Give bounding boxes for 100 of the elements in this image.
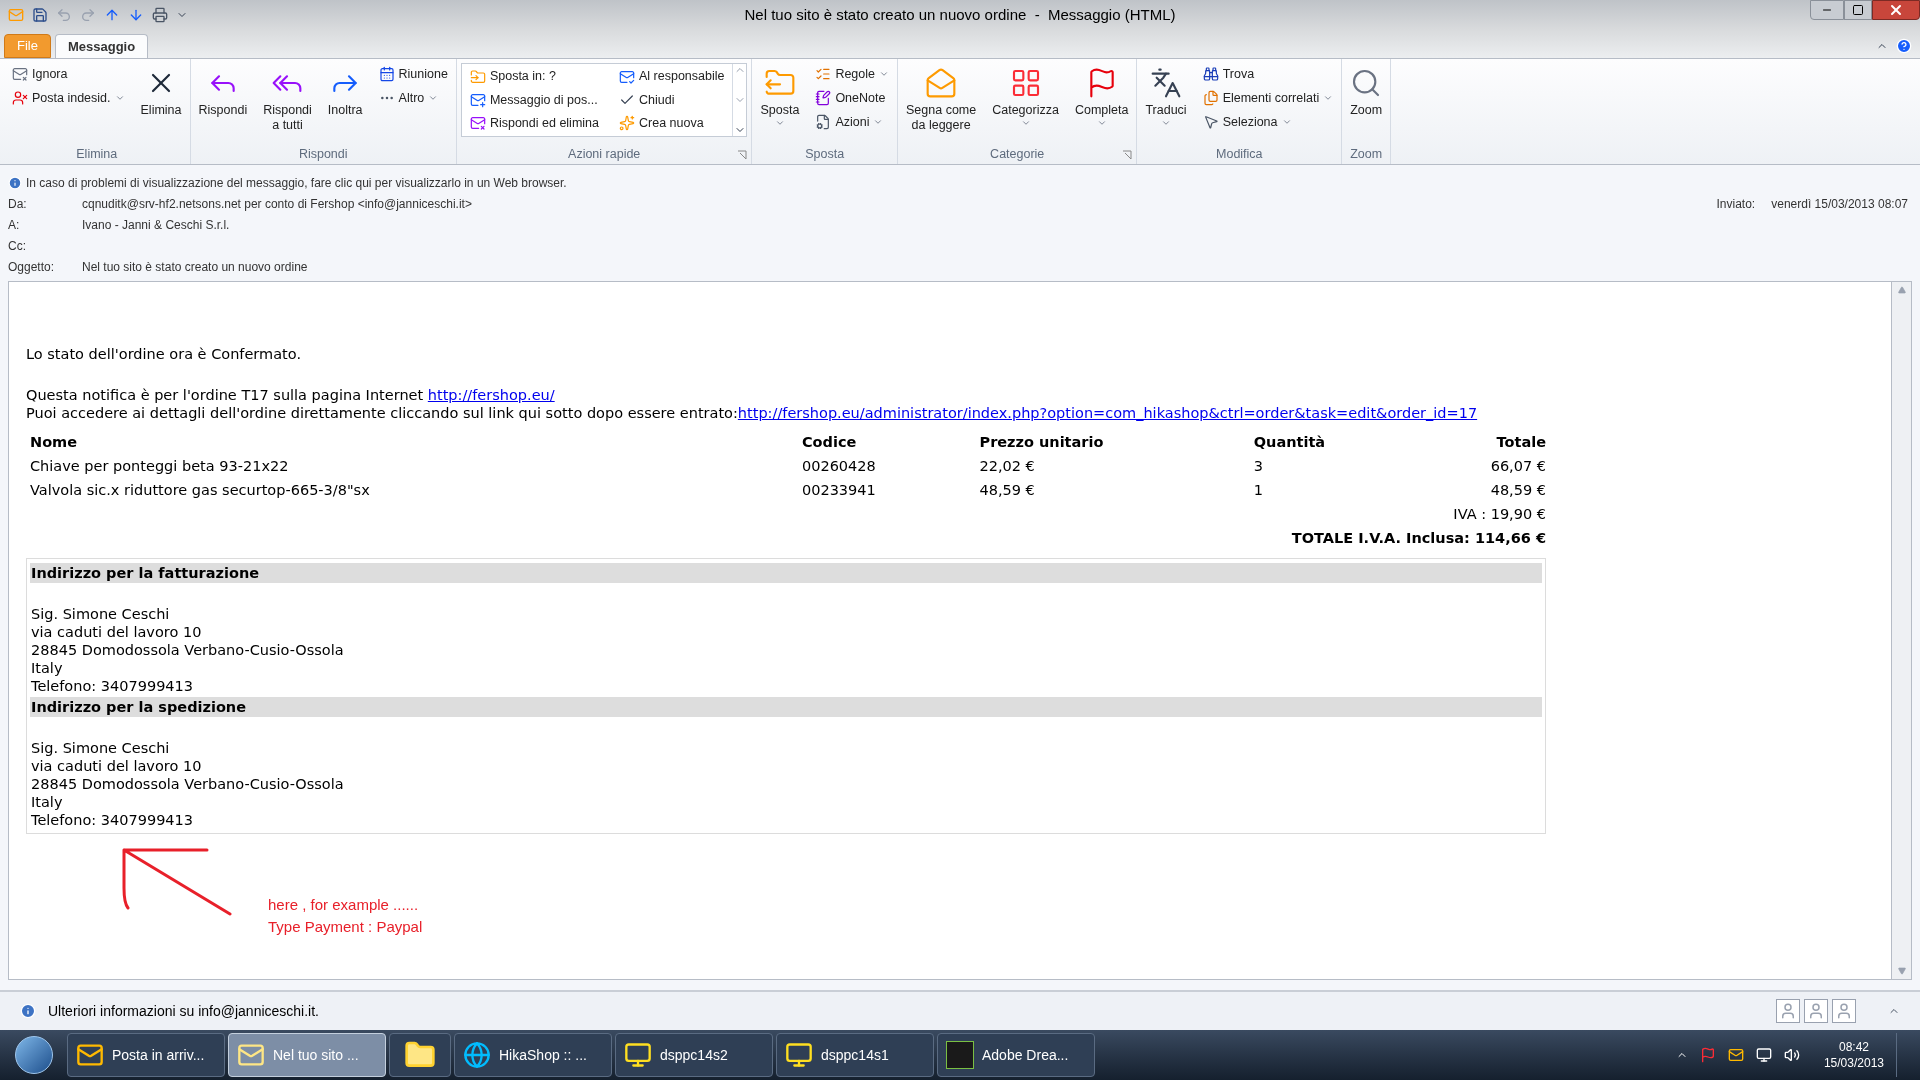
group-label: Rispondi [298, 145, 348, 163]
ribbon-button[interactable]: Traduci [1141, 63, 1191, 133]
column-header: Quantità [1253, 434, 1326, 450]
launcher-icon[interactable] [737, 150, 748, 160]
info-icon [8, 176, 22, 190]
annotation-text: Type Payment : Paypal [268, 916, 423, 937]
printer-icon[interactable] [152, 7, 168, 23]
taskbar-button[interactable] [389, 1033, 451, 1077]
help-icon[interactable] [1896, 38, 1912, 54]
table-cell: Chiave per ponteggi beta 93-21x22 [30, 458, 289, 474]
taskbar-button[interactable]: Posta in arriv... [67, 1033, 225, 1077]
scroll-down-icon[interactable] [1897, 967, 1906, 975]
ribbon-button[interactable]: Inoltra [323, 63, 367, 133]
mail-icon [619, 68, 635, 85]
address-line: Italy [31, 658, 64, 677]
ribbon-button[interactable]: Crea nuova [615, 112, 729, 134]
taskbar-button[interactable]: dsppc14s1 [776, 1033, 934, 1077]
person-icon[interactable] [1776, 999, 1800, 1023]
app-icon [946, 1041, 974, 1069]
ignore-icon [12, 66, 28, 82]
address-line: 28845 Domodossola Verbano-Cusio-Ossola [31, 640, 345, 659]
undo-icon[interactable] [56, 7, 72, 23]
address-line: Sig. Simone Ceschi [31, 604, 171, 623]
document-icon [815, 114, 832, 130]
info-icon [20, 1003, 36, 1019]
table-cell: 1 [1253, 482, 1263, 498]
ribbon-button[interactable]: Completa [1070, 63, 1133, 133]
section-heading: Indirizzo per la spedizione [30, 696, 1542, 717]
ribbon-button[interactable]: Rispondi [194, 63, 252, 133]
body-text: Lo stato dell'ordine ora è Confermato. [26, 345, 302, 364]
folder-icon [469, 68, 486, 85]
mail-icon [8, 7, 24, 23]
binoculars-icon [1202, 66, 1219, 82]
person-icon[interactable] [1832, 999, 1856, 1023]
close-icon [1888, 2, 1904, 18]
taskbar-button[interactable]: dsppc14s2 [615, 1033, 773, 1077]
link[interactable]: http://fershop.eu/administrator/index.php?option=com_hikashop&ctrl=order&task=edit&order_id=17 [737, 404, 1478, 421]
ribbon-button[interactable]: OneNote [811, 87, 893, 109]
launcher-icon[interactable] [1122, 150, 1133, 160]
group-label: Zoom [1350, 145, 1383, 163]
calendar-icon [378, 66, 395, 82]
ribbon-button[interactable]: Altro [374, 87, 452, 109]
ribbon-button[interactable]: Rispondi a tutti [259, 63, 316, 133]
ribbon-button[interactable]: Riunione [374, 63, 452, 85]
table-cell: Valvola sic.x riduttore gas securtop-665-3/8"sx [30, 482, 370, 498]
address-line: 28845 Domodossola Verbano-Cusio-Ossola [31, 774, 345, 793]
order-total: TOTALE I.V.A. Inclusa: 114,66 € [1291, 529, 1546, 548]
info-bar-message[interactable]: In caso di problemi di visualizzazione del messaggio, fare clic qui per visualizzarlo in un Web browser. [26, 174, 567, 192]
scrollbar[interactable] [1892, 281, 1912, 980]
annotation-text: here , for example ...... [268, 894, 420, 915]
link[interactable]: http://fershop.eu/ [427, 386, 555, 403]
network-icon[interactable] [1755, 1047, 1772, 1063]
ribbon-button[interactable]: Sposta in: ? [465, 66, 603, 88]
address-line: Telefono: 3407999413 [31, 810, 195, 829]
ribbon-button[interactable]: Al responsabile [615, 66, 729, 88]
header-value: venerdì 15/03/2013 08:07 [1771, 195, 1908, 213]
person-icon[interactable] [1804, 999, 1828, 1023]
maximize-icon [1852, 4, 1864, 16]
close-button[interactable] [1872, 0, 1920, 20]
header-value: Ivano - Janni & Ceschi S.r.l. [82, 216, 230, 234]
ribbon-button[interactable]: Categorizza [988, 63, 1063, 133]
group-label: Categorie [990, 145, 1045, 163]
window-title: Nel tuo sito è stato creato un nuovo ordine - Messaggio (HTML) [744, 4, 1176, 25]
clock-time: 08:42 [1838, 1039, 1869, 1055]
save-icon[interactable] [32, 7, 48, 23]
ribbon-button[interactable]: Ignora [8, 63, 129, 85]
header-label: Da: [8, 195, 28, 213]
group-label: Elimina [76, 145, 118, 163]
ribbon-button[interactable]: Elimina [136, 63, 186, 133]
ribbon-button[interactable]: Rispondi ed elimina [465, 112, 603, 134]
flag-icon[interactable] [1699, 1047, 1716, 1063]
header-value: cqnuditk@srv-hf2.netsons.net per conto di Fershop <info@janniceschi.it> [82, 195, 472, 213]
ribbon-button[interactable]: Posta indesid. [8, 87, 129, 109]
ribbon-button[interactable]: Segna come da leggere [902, 63, 981, 133]
ribbon-button[interactable]: Sposta [756, 63, 804, 133]
redo-icon[interactable] [80, 7, 96, 23]
ribbon-button[interactable]: Trova [1198, 63, 1338, 85]
taskbar-button[interactable]: Adobe Drea... [937, 1033, 1095, 1077]
section-heading: Indirizzo per la fatturazione [30, 562, 1542, 583]
taskbar-button[interactable]: HikaShop :: ... [454, 1033, 612, 1077]
ribbon-button[interactable]: Regole [811, 63, 893, 85]
tax-amount: IVA : 19,90 € [1453, 505, 1546, 524]
address-line: via caduti del lavoro 10 [31, 622, 203, 641]
ribbon-button[interactable]: Chiudi [615, 89, 729, 111]
mail-app-icon[interactable] [1727, 1047, 1744, 1063]
volume-icon[interactable] [1783, 1047, 1800, 1063]
table-cell: 00260428 [801, 458, 876, 474]
ribbon-button[interactable]: Seleziona [1198, 111, 1338, 133]
ribbon-button[interactable]: Azioni [811, 111, 893, 133]
translate-icon [1150, 67, 1182, 99]
ribbon-button[interactable]: Elementi correlati [1198, 87, 1338, 109]
down-arrow-icon[interactable] [128, 7, 144, 23]
ribbon-button[interactable]: Zoom [1346, 63, 1387, 133]
ribbon-tab[interactable]: Messaggio [54, 34, 149, 58]
maximize-button[interactable] [1844, 0, 1872, 20]
ribbon-button[interactable]: Messaggio di pos... [465, 89, 603, 111]
scroll-up-icon[interactable] [1897, 286, 1906, 294]
column-header: Codice [801, 434, 857, 450]
sparkle-icon [619, 115, 635, 132]
documents-icon [1202, 90, 1219, 106]
